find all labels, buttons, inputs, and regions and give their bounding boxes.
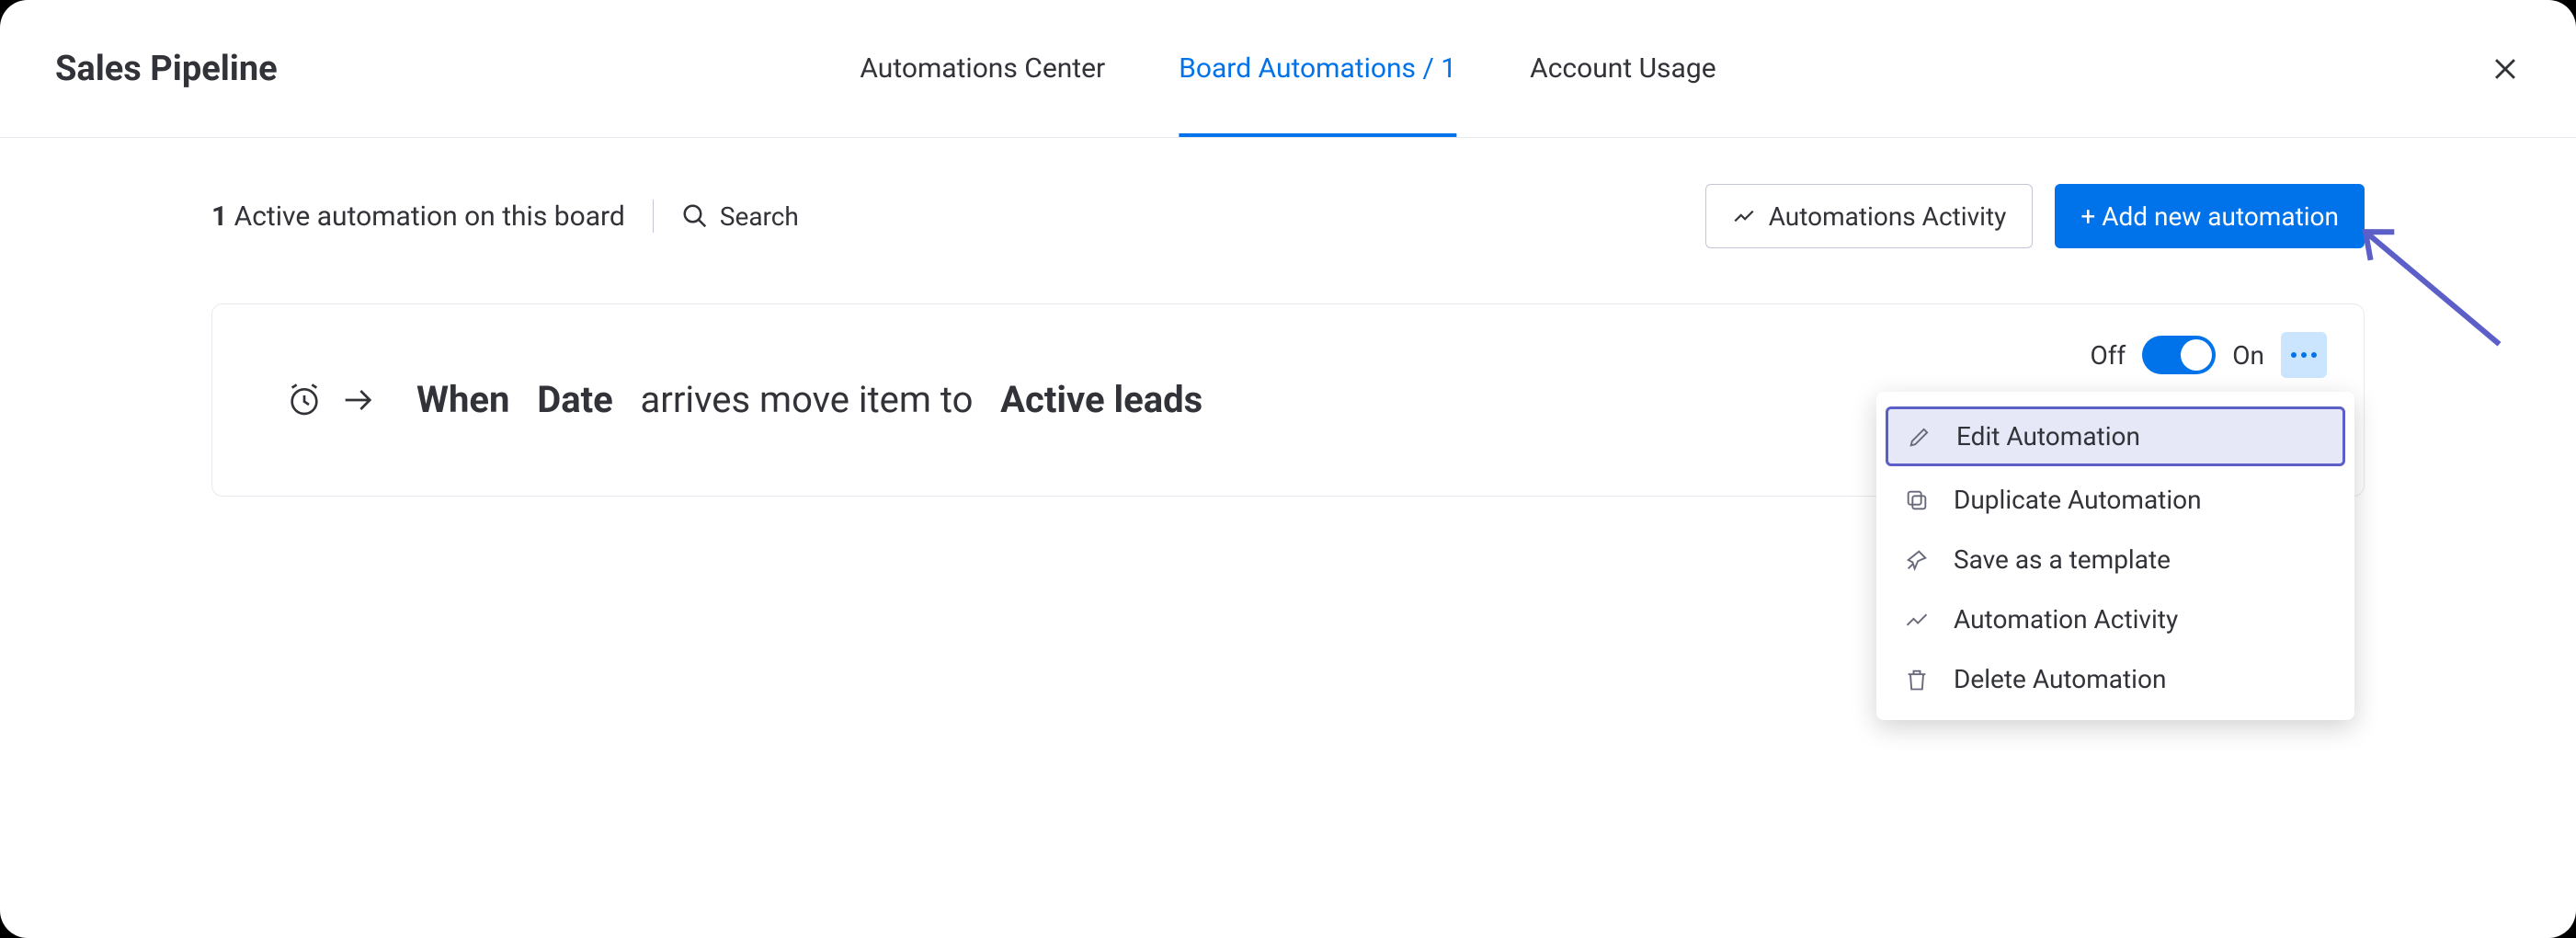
divider <box>653 200 654 233</box>
dropdown-item-label: Save as a template <box>1954 544 2171 575</box>
activity-icon <box>1732 204 1756 228</box>
dropdown-item-label: Automation Activity <box>1954 604 2178 635</box>
pin-icon <box>1902 547 1932 573</box>
add-button-label: + Add new automation <box>2080 201 2339 232</box>
dropdown-item-label: Duplicate Automation <box>1954 485 2202 515</box>
dropdown-item-duplicate[interactable]: Duplicate Automation <box>1876 470 2354 530</box>
dropdown-item-delete[interactable]: Delete Automation <box>1876 649 2354 709</box>
more-icon <box>2291 352 2317 358</box>
active-count-text: 1 Active automation on this board <box>211 200 625 233</box>
dropdown-item-save-template[interactable]: Save as a template <box>1876 530 2354 589</box>
toggle-knob <box>2181 339 2212 371</box>
search-button[interactable]: Search <box>681 201 799 232</box>
recipe-text[interactable]: When Date arrives move item to Active le… <box>416 378 1203 421</box>
tab-account-usage[interactable]: Account Usage <box>1530 0 1715 137</box>
alarm-clock-icon <box>286 382 323 418</box>
more-options-button[interactable] <box>2281 332 2327 378</box>
dropdown-item-label: Delete Automation <box>1954 664 2166 694</box>
tabs: Automations Center Board Automations / 1… <box>860 0 1715 137</box>
trash-icon <box>1902 667 1932 692</box>
dropdown-item-edit[interactable]: Edit Automation <box>1886 406 2345 466</box>
search-label: Search <box>720 201 799 232</box>
toggle-on-label: On <box>2232 340 2264 371</box>
add-new-automation-button[interactable]: + Add new automation <box>2055 184 2365 248</box>
activity-icon <box>1902 607 1932 633</box>
tab-automations-center[interactable]: Automations Center <box>860 0 1105 137</box>
toggle-off-label: Off <box>2091 340 2126 371</box>
automation-card: Off On When Date <box>211 303 2365 497</box>
more-options-dropdown: Edit Automation Duplicate Automation Sav… <box>1876 392 2354 720</box>
close-icon <box>2490 53 2521 85</box>
activity-button-label: Automations Activity <box>1769 201 2007 232</box>
close-button[interactable] <box>2490 53 2521 85</box>
search-icon <box>681 202 709 230</box>
automation-toggle[interactable] <box>2142 336 2216 374</box>
tab-board-automations[interactable]: Board Automations / 1 <box>1179 0 1456 137</box>
pencil-icon <box>1905 424 1934 450</box>
duplicate-icon <box>1902 487 1932 513</box>
arrow-right-icon <box>339 382 376 418</box>
board-title: Sales Pipeline <box>55 49 278 89</box>
dropdown-item-label: Edit Automation <box>1956 421 2140 452</box>
automations-activity-button[interactable]: Automations Activity <box>1705 184 2034 248</box>
dropdown-item-activity[interactable]: Automation Activity <box>1876 589 2354 649</box>
